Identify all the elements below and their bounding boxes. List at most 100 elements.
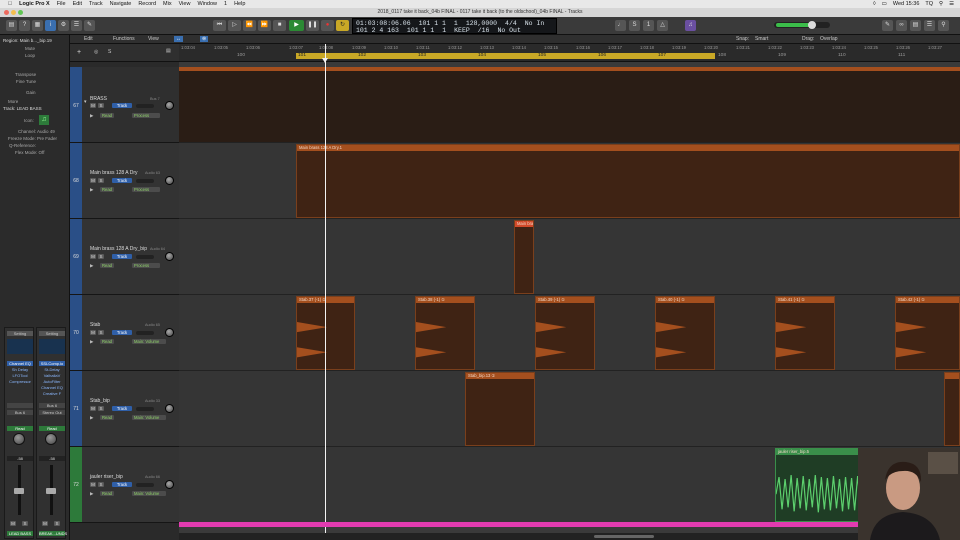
cycle-icon[interactable]: ↻ bbox=[336, 20, 349, 31]
library-icon[interactable]: ▤ bbox=[6, 20, 17, 31]
menu-1[interactable]: 1 bbox=[224, 1, 227, 7]
add-track-icon[interactable]: + bbox=[77, 49, 81, 56]
editors-icon[interactable]: ✎ bbox=[84, 20, 95, 31]
automation-parameter[interactable]: Main: Volume bbox=[132, 491, 166, 496]
browser-icon[interactable]: ▤ bbox=[910, 20, 921, 31]
arrange-area[interactable]: Main brass 128 A Dry.1 Main brass Stab.3… bbox=[179, 62, 960, 540]
plugin-slot[interactable]: LFOTool bbox=[7, 373, 33, 378]
battery-icon[interactable]: ▭ bbox=[882, 1, 887, 7]
lane-main-brass[interactable]: Main brass 128 A Dry.1 bbox=[179, 143, 960, 219]
lane-stab-bip[interactable]: Stab_bip.13 ① bbox=[179, 371, 960, 447]
master-volume-handle[interactable] bbox=[808, 21, 816, 29]
plugin-slot[interactable]: Channel EQ bbox=[39, 385, 65, 390]
notification-icon[interactable]: ☰ bbox=[949, 1, 954, 7]
track-volume-slider[interactable] bbox=[136, 483, 154, 487]
inspector-icon[interactable]: i bbox=[45, 20, 56, 31]
solo-icon[interactable]: S bbox=[629, 20, 640, 31]
metronome-icon[interactable]: △ bbox=[657, 20, 668, 31]
audio-region[interactable]: Main brass 128 A Dry.1 bbox=[296, 144, 960, 218]
track-pan-knob[interactable] bbox=[165, 328, 174, 337]
mute-button[interactable]: M bbox=[90, 254, 96, 259]
solo-button[interactable]: S bbox=[98, 330, 104, 335]
lane-riser[interactable]: jauler riser_bip.5 bbox=[179, 447, 960, 523]
view-menu[interactable]: View bbox=[148, 36, 159, 42]
smart-controls-icon[interactable]: ♫ bbox=[685, 20, 696, 31]
mute-button[interactable]: M bbox=[90, 482, 96, 487]
wifi-icon[interactable]: ◊ bbox=[873, 1, 876, 7]
mute-button[interactable]: M bbox=[10, 521, 16, 526]
track-name[interactable]: Stab_bip bbox=[90, 398, 110, 404]
automation-mode[interactable]: Read bbox=[100, 113, 115, 118]
setting-button[interactable]: Setting bbox=[7, 331, 33, 336]
mute-button[interactable]: M bbox=[90, 330, 96, 335]
region-header[interactable]: Region: Main b..._bip.19 bbox=[3, 38, 52, 43]
app-menu[interactable]: Logic Pro X bbox=[19, 1, 50, 7]
spotlight-icon[interactable]: ⚲ bbox=[939, 1, 943, 7]
track-header-stab[interactable]: 70 Stab Audio 65 M S Track ▶ Read Main: … bbox=[70, 295, 179, 371]
mute-button[interactable]: M bbox=[90, 103, 96, 108]
menu-record[interactable]: Record bbox=[138, 1, 156, 7]
functions-menu[interactable]: Functions bbox=[113, 36, 135, 42]
track-header-stab-bip[interactable]: 71 Stab_bip Audio 33 M S Track ▶ Read Ma… bbox=[70, 371, 179, 447]
master-volume-slider[interactable] bbox=[774, 21, 830, 29]
go-to-start-icon[interactable]: ⏮ bbox=[213, 20, 226, 31]
track-header-brass[interactable]: 67 ▾ BRASS Bus 7 M S Track ▶ Read Proces… bbox=[70, 67, 179, 143]
catch-playhead-icon[interactable]: ↔ bbox=[174, 36, 183, 42]
strip-name[interactable]: LEAD BASS bbox=[7, 531, 33, 536]
eq-thumbnail[interactable] bbox=[39, 339, 65, 354]
automation-parameter[interactable]: Main: Volume bbox=[132, 415, 166, 420]
track-volume-slider[interactable] bbox=[136, 407, 154, 411]
lcd-display[interactable]: 01:03:08:06.06 101 1 1 1 128,0000 4/4 No… bbox=[352, 18, 557, 34]
track-header[interactable]: Track: LEAD BASS bbox=[3, 106, 42, 111]
track-icon[interactable]: ♫ bbox=[39, 115, 49, 125]
mixer-icon[interactable]: ☰ bbox=[71, 20, 82, 31]
send-slot[interactable]: Bus 6 bbox=[39, 403, 65, 408]
menu-window[interactable]: Window bbox=[197, 1, 217, 7]
help-icon[interactable]: ? bbox=[19, 20, 30, 31]
track-volume-slider[interactable] bbox=[136, 331, 154, 335]
flex-icon[interactable]: ⊜ bbox=[200, 36, 209, 42]
track-name[interactable]: Main brass 128 A Dry_bip bbox=[90, 246, 147, 252]
automation-mode[interactable]: Read bbox=[100, 263, 115, 268]
eq-thumbnail[interactable] bbox=[7, 339, 33, 354]
track-pan-knob[interactable] bbox=[165, 101, 174, 110]
automation-mode[interactable]: Read bbox=[100, 339, 115, 344]
solo-button[interactable]: S bbox=[98, 103, 104, 108]
menu-view[interactable]: View bbox=[179, 1, 191, 7]
automation-parameter[interactable]: Process bbox=[132, 113, 160, 118]
plugin-slot[interactable]: Compressor bbox=[7, 379, 33, 384]
play-icon[interactable]: ▶ bbox=[90, 491, 93, 497]
folder-disclosure-icon[interactable]: ▾ bbox=[84, 99, 87, 105]
zoom-window-button[interactable] bbox=[18, 10, 23, 15]
tuner-icon[interactable]: ♩ bbox=[615, 20, 626, 31]
track-name[interactable]: jauler riser_bip bbox=[90, 474, 123, 480]
play-icon[interactable]: ▶ bbox=[90, 263, 93, 269]
marker-track[interactable] bbox=[179, 522, 960, 527]
track-button[interactable]: Track bbox=[112, 178, 132, 183]
automation-parameter[interactable]: Main: Volume bbox=[132, 339, 166, 344]
track-button[interactable]: Track bbox=[112, 254, 132, 259]
hide-tracks-icon[interactable]: ◎ bbox=[94, 49, 98, 55]
audio-region[interactable]: Stab_bip.13 ① bbox=[465, 372, 535, 446]
note-pad-icon[interactable]: ✎ bbox=[882, 20, 893, 31]
edit-menu[interactable]: Edit bbox=[84, 36, 93, 42]
solo-button[interactable]: S bbox=[98, 178, 104, 183]
plugin-slot[interactable]: AutoFilter bbox=[39, 379, 65, 384]
solo-button[interactable]: S bbox=[98, 254, 104, 259]
automation-mode[interactable]: Read bbox=[7, 426, 33, 431]
track-header-main-brass-bip[interactable]: 69 Main brass 128 A Dry_bip Audio 64 M S… bbox=[70, 219, 179, 295]
play-icon[interactable]: ▶ bbox=[289, 20, 304, 31]
mute-button[interactable]: M bbox=[42, 521, 48, 526]
toolbar-icon[interactable]: ▦ bbox=[32, 20, 43, 31]
close-window-button[interactable] bbox=[4, 10, 9, 15]
track-pan-knob[interactable] bbox=[165, 176, 174, 185]
audio-region[interactable]: Stab.42 (-1) ① bbox=[895, 296, 960, 370]
track-name[interactable]: Main brass 128 A Dry bbox=[90, 170, 138, 176]
plugin-slot[interactable]: Creative F bbox=[39, 391, 65, 396]
menu-edit[interactable]: Edit bbox=[73, 1, 82, 7]
snap-select[interactable]: Smart bbox=[755, 36, 768, 42]
record-icon[interactable]: ● bbox=[321, 20, 334, 31]
lane-stab[interactable]: Stab.37 (-1) ① Stab.38 (-1) ① Stab.39 (-… bbox=[179, 295, 960, 371]
audio-region[interactable]: Stab.41 (-1) ① bbox=[775, 296, 835, 370]
track-name[interactable]: BRASS bbox=[90, 96, 107, 102]
